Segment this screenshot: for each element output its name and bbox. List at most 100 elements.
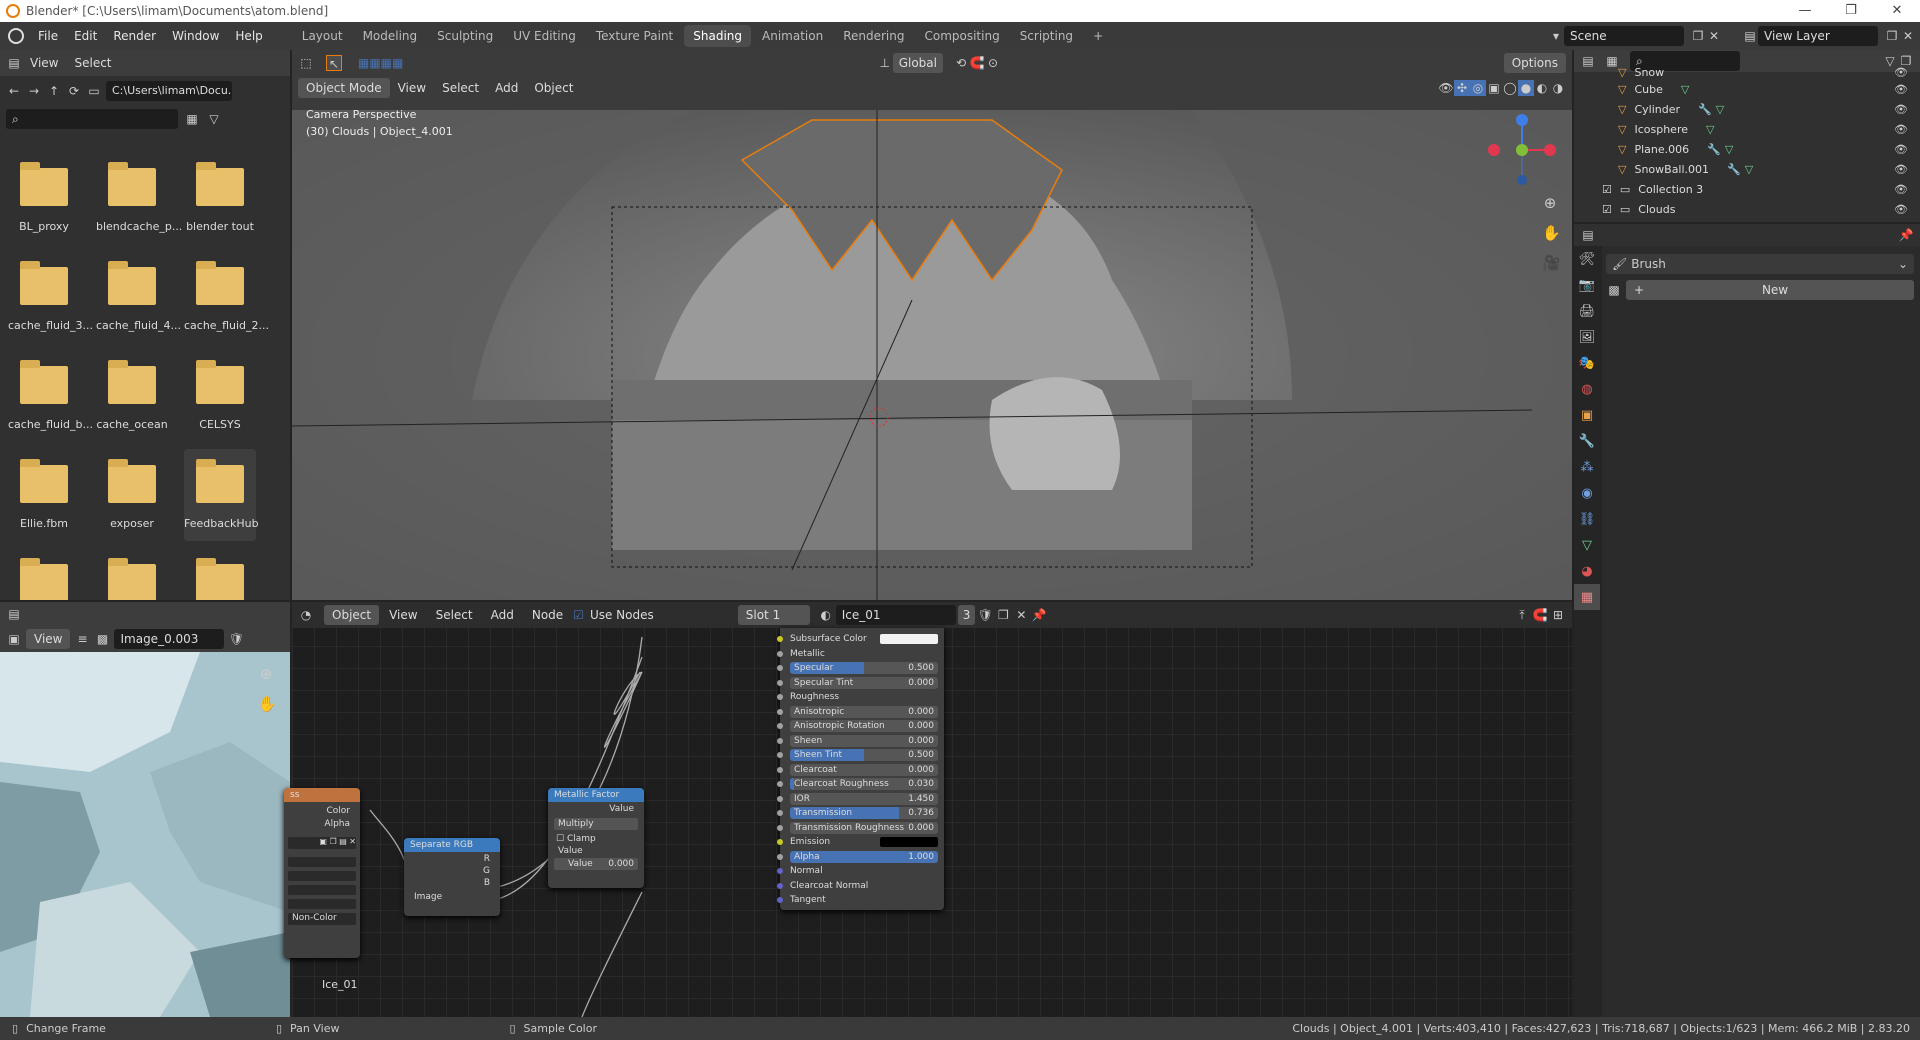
outliner-row[interactable]: ☑ ▭ Collection 3 👁 [1602,180,1920,200]
socket-icon[interactable] [777,665,783,671]
tab-texture-paint[interactable]: Texture Paint [587,25,682,47]
minimize-button[interactable]: — [1782,0,1828,22]
tab-particles-icon[interactable]: ⁂ [1574,454,1600,480]
socket-icon[interactable] [777,737,783,744]
separate-rgb-node[interactable]: Separate RGB R G B Image [404,838,500,916]
properties-editor-icon[interactable]: ▤ [1580,227,1596,243]
folder-item[interactable]: Ellie.fbm [8,457,80,530]
metallic-factor-node[interactable]: Metallic Factor Value Multiply ☐ Clamp V… [548,788,644,888]
folder-item[interactable]: exposer [96,457,168,530]
tab-render-icon[interactable]: 📷 [1574,272,1600,298]
socket-icon[interactable] [777,781,783,787]
bsdf-slider[interactable]: Anisotropic Rotation 0.000 [790,720,938,732]
folder-item[interactable]: blender tout [184,160,256,233]
value-field[interactable]: Value 0.000 [554,858,638,870]
checkbox-icon[interactable]: ☑ [1602,200,1612,220]
folder-item[interactable]: cache_fluid_3... [8,259,93,332]
tab-material-icon[interactable]: ◕ [1574,558,1600,584]
socket-icon[interactable] [777,636,783,642]
fake-user-icon[interactable]: 🛡 [228,631,244,647]
bsdf-input-row[interactable]: Specular Tint 0.000 [777,676,944,691]
bsdf-input-row[interactable]: Transmission Roughness 0.000 [777,821,944,836]
bsdf-input-row[interactable]: Subsurface Color [777,632,944,647]
folder-item[interactable] [8,556,80,600]
folder-item[interactable]: FeedbackHub [184,449,259,541]
socket-icon[interactable] [777,650,783,657]
tab-sculpting[interactable]: Sculpting [428,25,502,47]
bsdf-slider[interactable]: Anisotropic 0.000 [790,705,938,718]
bsdf-slider[interactable]: Specular 0.500 [790,662,938,674]
socket-icon[interactable] [777,708,783,715]
outliner-editor-icon[interactable]: ▤ [1580,53,1596,69]
parent-dir-icon[interactable]: ↑ [46,83,62,99]
brush-panel-header[interactable]: 🖌 Brush ⌄ [1606,254,1914,274]
socket-icon[interactable] [777,853,783,860]
bsdf-slider[interactable]: Specular Tint 0.000 [790,676,938,689]
folder-item[interactable]: cache_fluid_b... [8,358,93,431]
view-layer-field[interactable]: View Layer [1758,26,1878,46]
bsdf-input-row[interactable]: Roughness [777,690,944,705]
tab-scene-icon[interactable]: 🎭 [1574,350,1600,376]
bsdf-input-row[interactable]: Clearcoat 0.000 [777,763,944,778]
socket-icon[interactable] [777,897,783,903]
eye-icon[interactable]: 👁 [1894,120,1908,140]
tab-world-icon[interactable]: ◍ [1574,376,1600,402]
bsdf-slider[interactable]: Sheen Tint 0.500 [790,749,938,761]
image-texture-node[interactable]: ss Color Alpha ▣ ❐ ▤ ✕ Non-Color [284,788,360,958]
zoom-icon[interactable]: ⊕ [1542,195,1558,211]
socket-icon[interactable] [777,795,783,802]
bsdf-input-row[interactable]: Tangent [777,893,944,908]
bsdf-input-row[interactable]: Sheen Tint 0.500 [777,748,944,763]
eye-icon[interactable]: 👁 [1894,180,1908,200]
eye-icon[interactable]: 👁 [1894,80,1908,100]
new-folder-icon[interactable]: ▭ [86,83,102,99]
menu-render[interactable]: Render [105,22,164,50]
eye-icon[interactable]: 👁 [1894,160,1908,180]
scene-field[interactable]: Scene [1564,26,1684,46]
close-button[interactable]: ✕ [1874,0,1920,22]
eye-icon[interactable]: 👁 [1894,140,1908,160]
pin-icon[interactable]: 📌 [1898,227,1914,243]
color-swatch[interactable] [880,634,938,644]
colorspace-dropdown[interactable]: Non-Color [288,913,356,925]
editor-type-icon[interactable]: ▤ [6,55,22,71]
tab-constraints-icon[interactable]: ⛓ [1574,506,1600,532]
pan-icon[interactable]: ✋ [1542,225,1561,241]
folder-item[interactable] [184,556,256,600]
bsdf-slider[interactable]: Clearcoat Roughness 0.030 [790,778,938,790]
image-name-field[interactable]: Image_0.003 [114,629,225,649]
socket-icon[interactable] [777,882,783,889]
bsdf-input-row[interactable]: Clearcoat Normal [777,879,944,894]
bsdf-input-row[interactable]: Anisotropic 0.000 [777,705,944,720]
bsdf-input-row[interactable]: Sheen 0.000 [777,734,944,749]
navigation-gizmo[interactable] [1482,110,1562,190]
eye-icon[interactable]: 👁 [1894,200,1908,220]
forward-arrow-icon[interactable]: → [26,83,42,99]
fb-menu-select[interactable]: Select [66,56,119,70]
bsdf-slider[interactable]: Clearcoat 0.000 [790,763,938,776]
image-canvas[interactable] [0,652,290,1017]
socket-icon[interactable] [777,752,783,758]
operation-dropdown[interactable]: Multiply [554,818,638,830]
tab-output-icon[interactable]: 🖨 [1574,298,1600,324]
display-mode-icon[interactable]: ▦ [184,111,200,127]
menu-window[interactable]: Window [164,22,227,50]
maximize-button[interactable]: ❐ [1828,0,1874,22]
delete-view-layer-icon[interactable]: ✕ [1900,28,1916,44]
add-workspace-button[interactable]: + [1084,25,1112,47]
outliner-row[interactable]: ▽ Plane.006 🔧 ▽ 👁 [1606,140,1920,160]
bsdf-input-row[interactable]: Transmission 0.736 [777,806,944,821]
tab-physics-icon[interactable]: ◉ [1574,480,1600,506]
tab-data-icon[interactable]: ▽ [1574,532,1600,558]
principled-bsdf-node[interactable]: Subsurface Color Metallic Specular 0.500 Spe… [777,628,944,910]
outliner-row[interactable]: ☑ ▭ Clouds 👁 [1602,200,1920,220]
tab-tool-icon[interactable]: 🛠 [1574,246,1600,272]
tab-rendering[interactable]: Rendering [834,25,913,47]
folder-item[interactable]: cache_ocean [96,358,168,431]
color-swatch[interactable] [880,837,938,847]
back-arrow-icon[interactable]: ← [6,83,22,99]
tab-scripting[interactable]: Scripting [1011,25,1082,47]
tab-modeling[interactable]: Modeling [354,25,427,47]
outliner-row[interactable]: ▽ Cylinder 🔧 ▽ 👁 [1606,100,1920,120]
outliner-row[interactable]: ▽ Cube ▽ 👁 [1606,80,1920,100]
